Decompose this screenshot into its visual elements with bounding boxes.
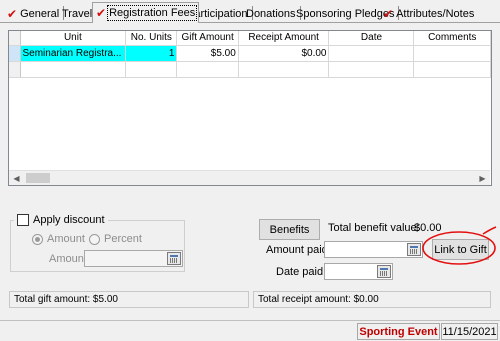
cell-date[interactable] (328, 45, 415, 62)
cell-receipt-amount-new[interactable] (238, 61, 330, 78)
row-selector[interactable] (9, 61, 21, 78)
tab-travel-label: Travel (62, 7, 93, 20)
total-gift-amount: Total gift amount: $5.00 (9, 291, 249, 308)
table-row-new[interactable] (9, 61, 491, 78)
status-event-type: Sporting Event (357, 323, 440, 340)
registration-fees-grid[interactable]: Unit No. Units Gift Amount Receipt Amoun… (8, 30, 492, 186)
tab-donations-label: Donations (246, 7, 296, 20)
radio-icon[interactable] (32, 233, 43, 245)
cell-comments[interactable] (413, 45, 491, 62)
apply-discount-label: Apply discount (33, 214, 105, 226)
grid-corner (9, 31, 21, 46)
cell-gift-amount-new[interactable] (176, 61, 239, 78)
horizontal-scrollbar[interactable]: ◀ ▶ (9, 170, 490, 185)
column-header-date[interactable]: Date (328, 31, 415, 46)
scrollbar-thumb[interactable] (26, 173, 50, 183)
amount-paid-label: Amount paid: (266, 244, 331, 256)
cell-date-new[interactable] (328, 61, 415, 78)
tab-registration-fees[interactable]: ✔ Registration Fees (92, 2, 200, 23)
column-header-gift-amount[interactable]: Gift Amount (176, 31, 239, 46)
apply-discount-checkbox[interactable]: Apply discount (14, 214, 108, 226)
table-row[interactable]: Seminarian Registra... 1 $5.00 $0.00 (9, 45, 491, 62)
check-icon: ✔ (7, 6, 18, 21)
amount-paid-field[interactable] (324, 241, 423, 258)
tab-general[interactable]: ✔ General (4, 4, 65, 23)
column-header-receipt-amount[interactable]: Receipt Amount (238, 31, 330, 46)
discount-amount-field[interactable] (84, 250, 183, 267)
check-icon: ✔ (383, 6, 394, 21)
status-bar: Sporting Event 11/15/2021 (0, 320, 500, 341)
date-paid-label: Date paid: (276, 266, 327, 278)
scroll-left-icon[interactable]: ◀ (9, 171, 24, 185)
column-header-unit[interactable]: Unit (20, 31, 127, 46)
calculator-icon[interactable] (167, 252, 181, 265)
radio-icon[interactable] (89, 233, 100, 245)
percent-radio-label: Percent (104, 233, 142, 245)
cell-unit[interactable]: Seminarian Registra... (20, 45, 127, 62)
checkbox-box[interactable] (17, 214, 29, 226)
column-header-no-units[interactable]: No. Units (125, 31, 178, 46)
tab-attributes-notes[interactable]: ✔ Attributes/Notes (380, 4, 477, 23)
cell-no-units-new[interactable] (125, 61, 178, 78)
check-icon: ✔ (96, 6, 107, 20)
cell-unit-new[interactable] (20, 61, 127, 78)
cell-receipt-amount[interactable]: $0.00 (238, 45, 330, 62)
tab-travel[interactable]: Travel (59, 4, 98, 23)
cell-no-units[interactable]: 1 (125, 45, 178, 62)
row-selector[interactable] (9, 45, 21, 62)
total-receipt-amount: Total receipt amount: $0.00 (253, 291, 491, 308)
cell-comments-new[interactable] (413, 61, 491, 78)
tab-bar: ✔ General Travel ✔ Registration Fees Par… (0, 0, 500, 24)
status-date: 11/15/2021 (441, 323, 498, 340)
tab-attributes-notes-label: Attributes/Notes (396, 7, 475, 20)
benefits-button[interactable]: Benefits (259, 219, 320, 240)
column-header-comments[interactable]: Comments (413, 31, 491, 46)
scroll-right-icon[interactable]: ▶ (475, 171, 490, 185)
cell-gift-amount[interactable]: $5.00 (176, 45, 239, 62)
annotation-circle (422, 226, 497, 265)
tab-registration-fees-label: Registration Fees (107, 5, 198, 21)
tab-general-label: General (20, 7, 60, 20)
calendar-icon[interactable] (377, 265, 391, 278)
amount-radio[interactable]: Amount (32, 233, 85, 245)
date-paid-field[interactable] (324, 263, 393, 280)
percent-radio[interactable]: Percent (89, 233, 142, 245)
amount-radio-label: Amount (47, 233, 85, 245)
tab-donations[interactable]: Donations (243, 4, 301, 23)
total-benefit-label: Total benefit value: (328, 222, 420, 234)
